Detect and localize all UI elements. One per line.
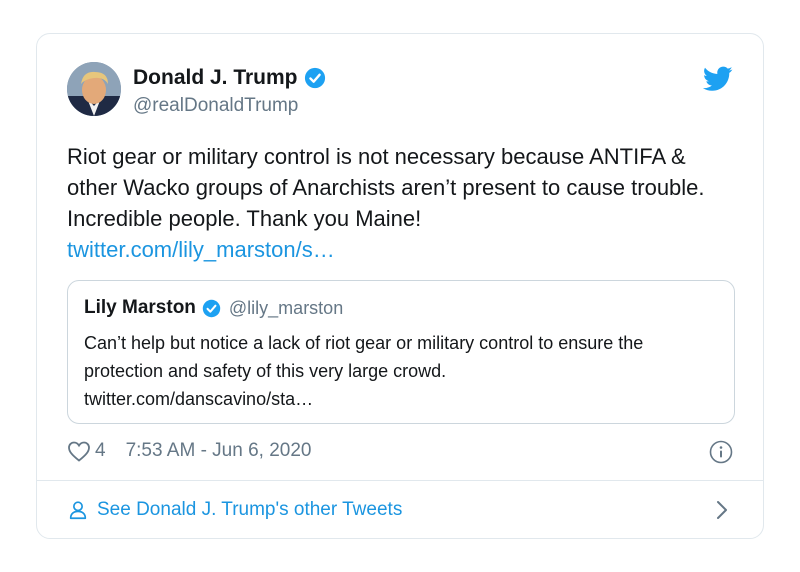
chevron-right-icon[interactable] bbox=[715, 499, 729, 521]
author-handle[interactable]: @realDonaldTrump bbox=[133, 95, 298, 117]
quoted-tweet-text: Can’t help but notice a lack of riot gea… bbox=[84, 333, 644, 381]
quoted-tweet[interactable]: Lily Marston @lily_marston Can’t help bu… bbox=[67, 280, 735, 424]
tweet-timestamp[interactable]: 7:53 AM - Jun 6, 2020 bbox=[126, 440, 312, 462]
quoted-author-handle: @lily_marston bbox=[228, 297, 344, 318]
tweet-link[interactable]: twitter.com/lily_marston/s… bbox=[67, 234, 739, 265]
info-icon[interactable] bbox=[709, 440, 733, 464]
tweet-meta: 4 7:53 AM - Jun 6, 2020 bbox=[67, 440, 311, 462]
avatar[interactable] bbox=[67, 62, 121, 116]
author-name-row[interactable]: Donald J. Trump bbox=[133, 66, 326, 90]
verified-badge-icon bbox=[202, 299, 221, 317]
quoted-tweet-link: twitter.com/danscavino/sta… bbox=[84, 389, 314, 409]
quoted-author-name: Lily Marston bbox=[84, 297, 196, 318]
heart-icon[interactable] bbox=[67, 440, 91, 462]
person-icon bbox=[69, 501, 87, 520]
quoted-tweet-body: Can’t help but notice a lack of riot gea… bbox=[84, 329, 724, 413]
verified-badge-icon bbox=[304, 67, 325, 89]
tweet-text: Riot gear or military control is not nec… bbox=[67, 144, 705, 231]
like-count[interactable]: 4 bbox=[95, 440, 106, 462]
quoted-author-row: Lily Marston @lily_marston bbox=[84, 297, 343, 319]
see-other-tweets-link[interactable]: See Donald J. Trump's other Tweets bbox=[67, 480, 733, 540]
tweet-body: Riot gear or military control is not nec… bbox=[67, 141, 739, 265]
embedded-tweet-card: Donald J. Trump @realDonaldTrump Riot ge… bbox=[36, 33, 764, 539]
author-display-name[interactable]: Donald J. Trump bbox=[133, 66, 298, 90]
see-other-tweets-label[interactable]: See Donald J. Trump's other Tweets bbox=[97, 499, 402, 521]
twitter-bird-icon[interactable] bbox=[703, 66, 733, 92]
